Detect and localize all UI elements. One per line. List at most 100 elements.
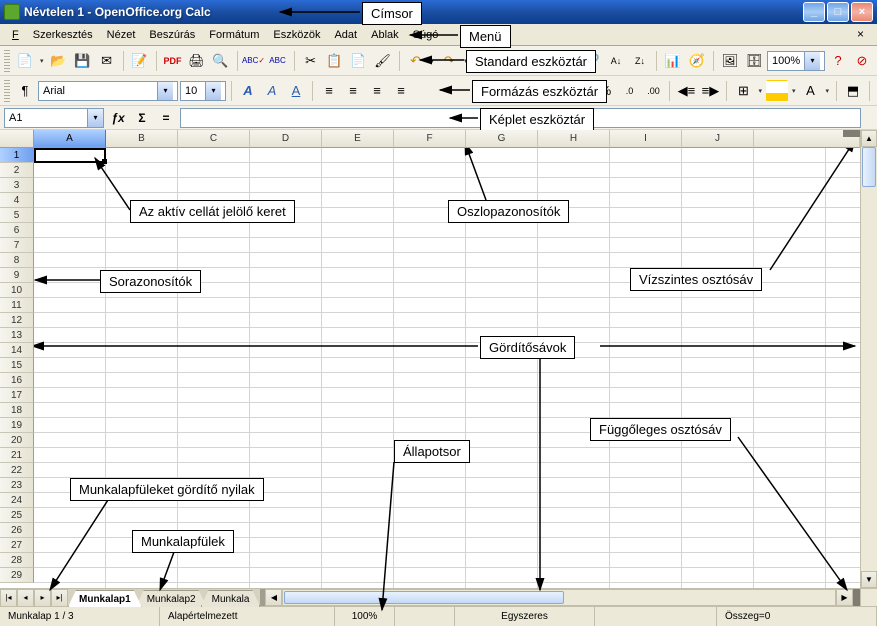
merge-cells-button[interactable]: ⬚ (537, 80, 559, 102)
horizontal-split-handle[interactable] (853, 589, 860, 606)
select-all-corner[interactable] (0, 130, 34, 148)
scroll-right-button[interactable]: ▶ (836, 589, 853, 606)
print-button[interactable]: 🖨 (186, 50, 208, 72)
row-header-20[interactable]: 20 (0, 433, 34, 448)
percent-button[interactable]: % (594, 80, 616, 102)
vertical-scrollbar[interactable]: ▲ ▼ (860, 130, 877, 588)
open-button[interactable]: 📂 (48, 50, 70, 72)
column-header-B[interactable]: B (106, 130, 178, 148)
name-box[interactable]: A1▾ (4, 108, 104, 128)
font-name-combo[interactable]: Arial▾ (38, 81, 178, 101)
column-header-F[interactable]: F (394, 130, 466, 148)
function-wizard-button[interactable]: ƒx (108, 108, 128, 128)
row-header-17[interactable]: 17 (0, 388, 34, 403)
menu-view[interactable]: Nézet (101, 27, 142, 43)
status-insert-mode[interactable]: Egyszeres (455, 607, 595, 626)
row-header-13[interactable]: 13 (0, 328, 34, 343)
preview-button[interactable]: 🔍 (210, 50, 232, 72)
minimize-button[interactable]: _ (803, 2, 825, 22)
gallery-button[interactable]: 🖼 (719, 50, 741, 72)
row-header-9[interactable]: 9 (0, 268, 34, 283)
edit-doc-button[interactable]: 📝 (129, 50, 151, 72)
equals-button[interactable]: = (156, 108, 176, 128)
whatsthis-button[interactable]: ⊘ (851, 50, 873, 72)
status-style[interactable]: Alapértelmezett (160, 607, 335, 626)
align-justify-button[interactable]: ≡ (390, 80, 412, 102)
menu-tools[interactable]: Eszközök (267, 27, 326, 43)
formula-input[interactable] (180, 108, 861, 128)
new-button[interactable]: 📄 (14, 50, 36, 72)
horizontal-scrollbar[interactable]: ◀ ▶ (265, 589, 853, 606)
copy-button[interactable]: 📋 (324, 50, 346, 72)
increase-indent-button[interactable]: ≡▶ (699, 80, 721, 102)
row-header-26[interactable]: 26 (0, 523, 34, 538)
vscroll-thumb[interactable] (862, 147, 876, 187)
status-zoom[interactable]: 100% (335, 607, 395, 626)
undo-button[interactable]: ↶ (405, 50, 427, 72)
bgcolor-button[interactable] (766, 80, 788, 102)
row-header-3[interactable]: 3 (0, 178, 34, 193)
sheet-tab-1[interactable]: Munkalap1 (68, 590, 142, 607)
export-pdf-button[interactable]: PDF (162, 50, 184, 72)
sheet-tab-2[interactable]: Munkalap2 (136, 590, 207, 607)
row-header-28[interactable]: 28 (0, 553, 34, 568)
row-header-14[interactable]: 14 (0, 343, 34, 358)
font-size-combo[interactable]: 10▾ (180, 81, 226, 101)
spellcheck-button[interactable]: ABC✓ (243, 50, 265, 72)
row-header-5[interactable]: 5 (0, 208, 34, 223)
menu-help[interactable]: Súgó (407, 27, 445, 43)
format-paint-button[interactable]: 🖌 (372, 50, 394, 72)
menu-data[interactable]: Adat (328, 27, 363, 43)
menu-format[interactable]: Formátum (203, 27, 265, 43)
row-header-22[interactable]: 22 (0, 463, 34, 478)
bold-button[interactable]: A (237, 80, 259, 102)
menu-file[interactable]: F (6, 27, 25, 43)
row-header-24[interactable]: 24 (0, 493, 34, 508)
column-header-D[interactable]: D (250, 130, 322, 148)
email-button[interactable]: ✉ (96, 50, 118, 72)
sum-button[interactable]: Σ (132, 108, 152, 128)
cells-grid[interactable] (34, 148, 860, 588)
column-header-A[interactable]: A (34, 130, 106, 148)
decimal-add-button[interactable]: .0 (618, 80, 640, 102)
scroll-up-button[interactable]: ▲ (861, 130, 877, 147)
zoom-combo[interactable]: 100%▾ (767, 51, 825, 71)
autospell-button[interactable]: ABC (267, 50, 289, 72)
close-button[interactable]: × (851, 2, 873, 22)
row-header-29[interactable]: 29 (0, 568, 34, 583)
column-header-H[interactable]: H (538, 130, 610, 148)
row-header-4[interactable]: 4 (0, 193, 34, 208)
row-header-25[interactable]: 25 (0, 508, 34, 523)
tab-last-button[interactable]: ▸| (51, 589, 68, 607)
menu-insert[interactable]: Beszúrás (143, 27, 201, 43)
scroll-left-button[interactable]: ◀ (265, 589, 282, 606)
menu-window[interactable]: Ablak (365, 27, 405, 43)
row-header-6[interactable]: 6 (0, 223, 34, 238)
row-header-18[interactable]: 18 (0, 403, 34, 418)
row-header-21[interactable]: 21 (0, 448, 34, 463)
close-document-button[interactable]: × (857, 27, 871, 41)
fontcolor-button[interactable]: A (799, 80, 821, 102)
hscroll-thumb[interactable] (284, 591, 564, 604)
cut-button[interactable]: ✂ (300, 50, 322, 72)
row-header-7[interactable]: 7 (0, 238, 34, 253)
hyperlink-button[interactable]: 🔗 (581, 50, 603, 72)
column-header-C[interactable]: C (178, 130, 250, 148)
column-header-I[interactable]: I (610, 130, 682, 148)
sort-asc-button[interactable]: A↓ (605, 50, 627, 72)
styles-button[interactable]: ¶ (14, 80, 36, 102)
toolbar-handle[interactable] (4, 50, 10, 72)
tab-prev-button[interactable]: ◂ (17, 589, 34, 607)
column-header-J[interactable]: J (682, 130, 754, 148)
row-header-2[interactable]: 2 (0, 163, 34, 178)
status-sum[interactable]: Összeg=0 (717, 607, 877, 626)
datasources-button[interactable]: 🗄 (743, 50, 765, 72)
sheet-tab-3[interactable]: Munkala (201, 590, 261, 607)
paste-button[interactable]: 📄 (348, 50, 370, 72)
sort-desc-button[interactable]: Z↓ (629, 50, 651, 72)
align-center-button[interactable]: ≡ (342, 80, 364, 102)
row-header-12[interactable]: 12 (0, 313, 34, 328)
column-header-E[interactable]: E (322, 130, 394, 148)
row-header-27[interactable]: 27 (0, 538, 34, 553)
save-button[interactable]: 💾 (72, 50, 94, 72)
